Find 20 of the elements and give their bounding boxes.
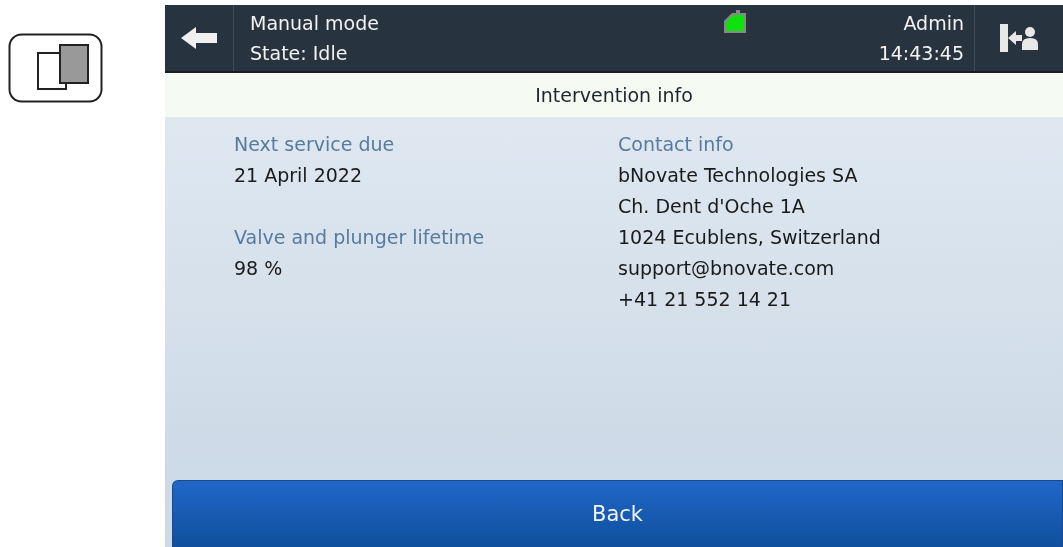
contact-line: 1024 Ecublens, Switzerland [618, 225, 882, 250]
left-arrow-icon [181, 27, 217, 49]
field-label: Contact info [618, 132, 735, 157]
logout-user-icon [1000, 24, 1038, 52]
contact-line: +41 21 552 14 21 [618, 287, 793, 312]
field-label: Valve and plunger lifetime [234, 225, 486, 250]
page-title: Intervention info [535, 84, 693, 106]
back-button[interactable]: Back [172, 480, 1063, 547]
battery-icon [722, 9, 748, 35]
field-label: Next service due [234, 132, 396, 157]
panel-toggle-icon [8, 33, 103, 103]
contact-line: Ch. Dent d'Oche 1A [618, 194, 806, 219]
state-text: State: Idle [250, 41, 349, 66]
user-name: Admin [903, 11, 964, 36]
field-value: 98 % [234, 256, 284, 281]
contact-line: bNovate Technologies SA [618, 163, 859, 188]
field-value: 21 April 2022 [234, 163, 364, 188]
clock-time: 14:43:45 [878, 41, 964, 66]
contact-line: support@bnovate.com [618, 256, 836, 281]
mode-text: Manual mode [250, 11, 380, 36]
